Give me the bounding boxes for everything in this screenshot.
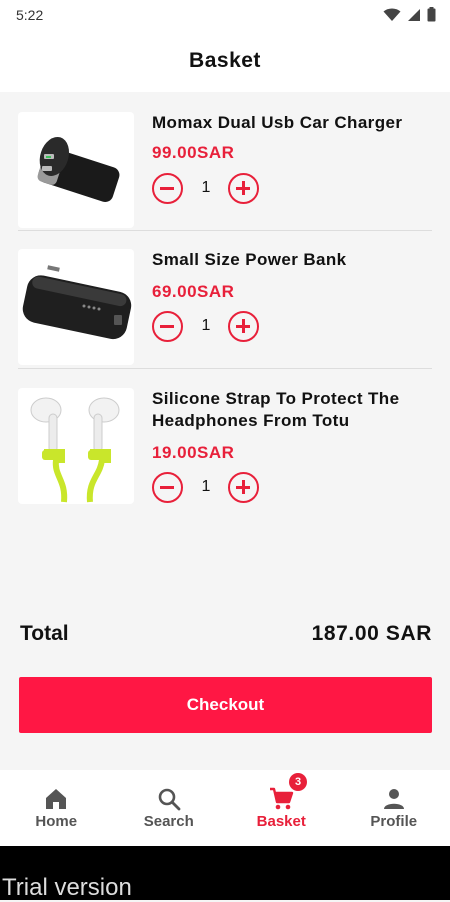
quantity-value: 1 — [192, 478, 220, 496]
home-icon — [43, 786, 69, 812]
total-row: Total 187.00 SAR — [20, 622, 432, 652]
battery-icon — [427, 7, 436, 22]
search-icon — [156, 786, 182, 812]
product-image-earbuds-strap[interactable] — [18, 388, 134, 504]
decrease-quantity-button[interactable] — [152, 311, 183, 342]
basket-item: Small Size Power Bank 69.00SAR 1 — [18, 249, 432, 387]
total-label: Total — [20, 622, 69, 646]
item-price: 19.00SAR — [152, 443, 234, 463]
cart-icon — [268, 786, 294, 812]
minus-icon — [160, 187, 174, 190]
checkout-button[interactable]: Checkout — [19, 677, 432, 733]
item-price: 69.00SAR — [152, 282, 234, 302]
minus-icon — [160, 325, 174, 328]
page-title: Basket — [189, 49, 261, 73]
nav-item-home[interactable]: Home — [0, 770, 113, 846]
item-price: 99.00SAR — [152, 143, 234, 163]
item-title: Momax Dual Usb Car Charger — [152, 112, 432, 134]
nav-label: Profile — [338, 813, 450, 830]
bottom-nav: Home Search 3 Basket Profile — [0, 770, 450, 846]
trial-banner: Trial version — [0, 846, 450, 900]
product-image-power-bank[interactable] — [18, 249, 134, 365]
header: Basket — [0, 30, 450, 92]
increase-quantity-button[interactable] — [228, 472, 259, 503]
minus-icon — [160, 486, 174, 489]
nav-label: Home — [0, 813, 113, 830]
quantity-stepper: 1 — [152, 173, 262, 205]
increase-quantity-button[interactable] — [228, 173, 259, 204]
decrease-quantity-button[interactable] — [152, 173, 183, 204]
product-image-car-charger[interactable] — [18, 112, 134, 228]
divider — [18, 230, 432, 231]
profile-icon — [381, 786, 407, 812]
wifi-icon — [383, 8, 401, 22]
cart-count-badge: 3 — [289, 773, 307, 791]
nav-item-basket[interactable]: 3 Basket — [225, 770, 338, 846]
decrease-quantity-button[interactable] — [152, 472, 183, 503]
status-bar: 5:22 — [0, 0, 450, 30]
divider — [18, 368, 432, 369]
trial-watermark: Trial version — [2, 874, 132, 902]
basket-item: Silicone Strap To Protect The Headphones… — [18, 388, 432, 526]
nav-item-profile[interactable]: Profile — [338, 770, 450, 846]
item-title: Silicone Strap To Protect The Headphones… — [152, 388, 432, 432]
signal-icon — [407, 8, 421, 22]
quantity-stepper: 1 — [152, 311, 262, 343]
nav-item-search[interactable]: Search — [113, 770, 226, 846]
quantity-stepper: 1 — [152, 472, 262, 504]
status-icons — [383, 7, 436, 22]
increase-quantity-button[interactable] — [228, 311, 259, 342]
nav-label: Basket — [225, 813, 338, 830]
nav-label: Search — [113, 813, 226, 830]
quantity-value: 1 — [192, 179, 220, 197]
quantity-value: 1 — [192, 317, 220, 335]
status-time: 5:22 — [16, 7, 43, 23]
total-value: 187.00 SAR — [312, 622, 432, 646]
item-title: Small Size Power Bank — [152, 249, 432, 271]
